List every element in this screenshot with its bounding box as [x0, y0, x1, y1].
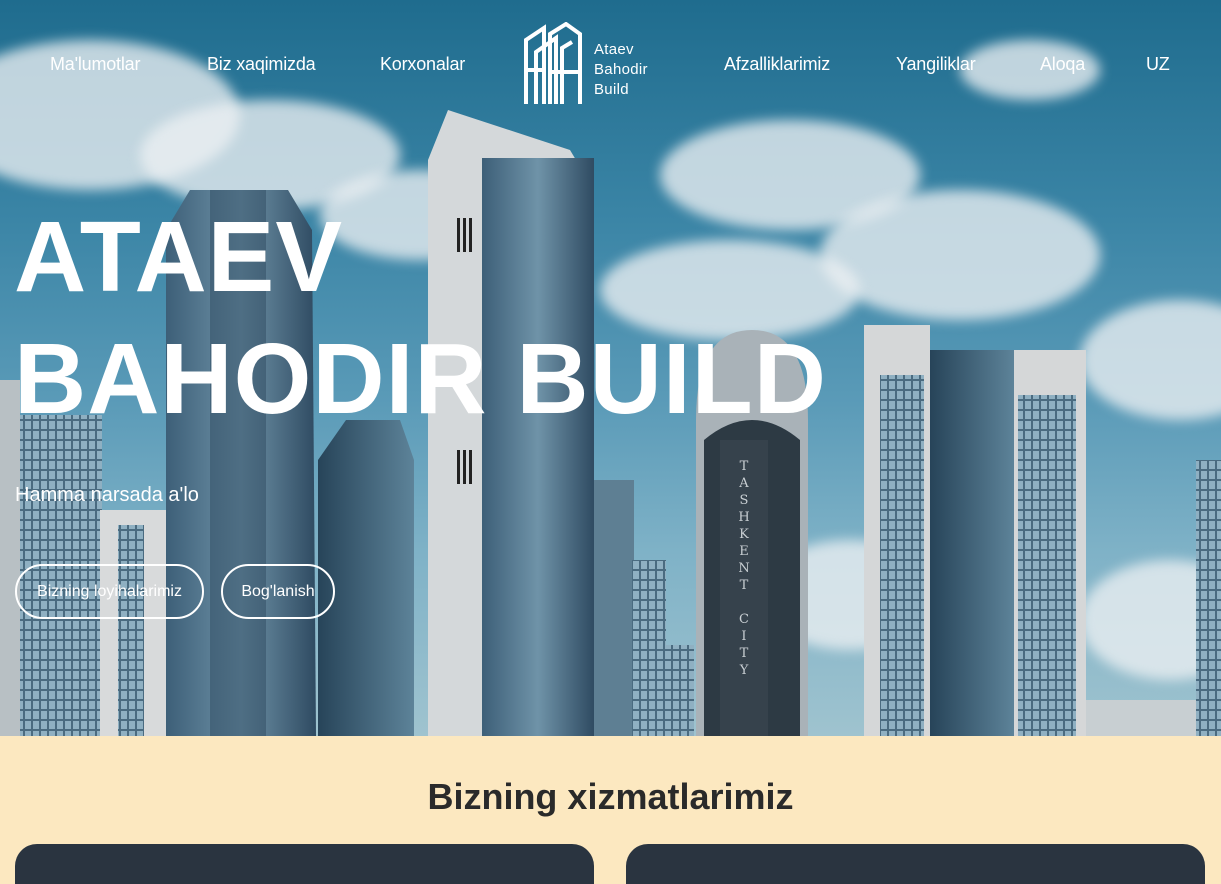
hero-title-line-1: ATAEV: [14, 201, 344, 313]
tower-sign-letter: E: [739, 544, 749, 559]
tower-sign-letter: K: [739, 527, 749, 542]
company-logo[interactable]: Ataev Bahodir Build: [522, 21, 672, 106]
nav-link-yangiliklar[interactable]: Yangiliklar: [896, 54, 976, 75]
services-section: Bizning xizmatlarimiz: [0, 736, 1221, 884]
tower-sign-letter: Y: [739, 663, 749, 678]
building: [1196, 460, 1221, 736]
tower-sign-letter: T: [740, 646, 749, 661]
tower-sign-letter: I: [741, 629, 746, 644]
building: [930, 350, 1014, 736]
contact-button[interactable]: Bog'lanish: [221, 564, 335, 619]
logo-text: Ataev Bahodir Build: [594, 40, 648, 100]
language-switcher[interactable]: UZ: [1146, 54, 1170, 75]
tower-sign-letter: S: [740, 493, 749, 508]
building: [318, 420, 414, 736]
tower-sign-letter: N: [738, 561, 749, 576]
service-card[interactable]: [626, 844, 1205, 884]
tower-sign-letter: H: [738, 510, 749, 525]
tower-sign-letter: A: [738, 476, 749, 491]
logo-line-2: Bahodir: [594, 61, 648, 78]
projects-button[interactable]: Bizning loyihalarimiz: [15, 564, 204, 619]
hero-title-line-2: BAHODIR BUILD: [14, 323, 827, 435]
top-navigation: Ma'lumotlar Biz xaqimizda Korxonalar Ata…: [0, 0, 1221, 130]
nav-link-biz-xaqimizda[interactable]: Biz xaqimizda: [207, 54, 316, 75]
building: [632, 560, 666, 736]
hero-title: ATAEV BAHODIR BUILD: [14, 196, 827, 440]
services-title: Bizning xizmatlarimiz: [427, 776, 794, 817]
tower-sign-letter: T: [740, 459, 749, 474]
building: [666, 645, 694, 736]
nav-link-afzalliklarimiz[interactable]: Afzalliklarimiz: [724, 54, 830, 75]
logo-line-3: Build: [594, 81, 629, 98]
service-card[interactable]: [15, 844, 594, 884]
building: [594, 480, 634, 736]
nav-link-malumotlar[interactable]: Ma'lumotlar: [50, 54, 140, 75]
building: [1086, 700, 1196, 736]
logo-line-1: Ataev: [594, 41, 634, 58]
building: [118, 525, 144, 736]
tower-sign-letter: C: [739, 612, 749, 627]
logo-icon: [524, 21, 582, 104]
hero-section: TASHKENTCITY Ma'lumotlar Biz xaqimizda K…: [0, 0, 1221, 736]
hero-subtitle: Hamma narsada a'lo: [15, 484, 199, 506]
nav-link-korxonalar[interactable]: Korxonalar: [380, 54, 465, 75]
tower-sign-letter: T: [740, 578, 749, 593]
nav-link-aloqa[interactable]: Aloqa: [1040, 54, 1085, 75]
